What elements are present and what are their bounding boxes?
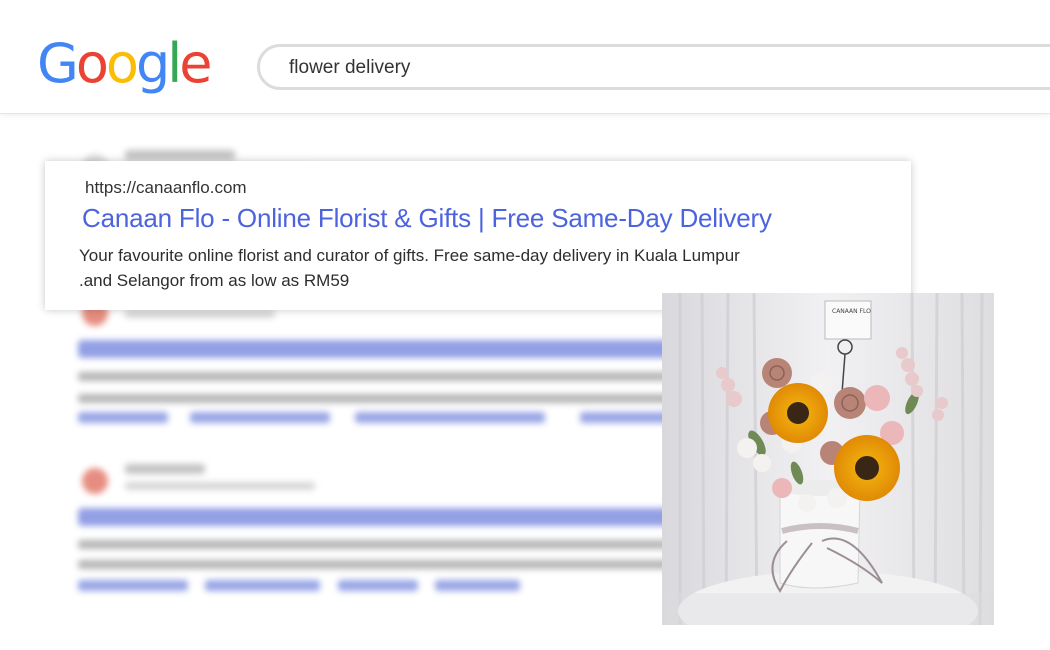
photo-card-text: CANAAN FLO xyxy=(832,308,871,315)
flower-bouquet-image: CANAAN FLO xyxy=(662,293,994,625)
google-logo[interactable]: Google xyxy=(37,32,213,95)
logo-letter: G xyxy=(37,32,79,95)
header: Google xyxy=(0,0,1050,114)
result-description-line: Your favourite online florist and curato… xyxy=(79,246,740,265)
blurred-title xyxy=(78,508,678,526)
logo-letter: g xyxy=(135,32,170,95)
result-url[interactable]: https://canaanflo.com xyxy=(85,178,247,198)
search-box[interactable] xyxy=(257,44,1050,90)
result-description: Your favourite online florist and curato… xyxy=(79,243,799,293)
logo-letter: e xyxy=(179,32,212,95)
favicon-icon xyxy=(82,468,108,494)
logo-letter: o xyxy=(105,32,139,95)
search-input[interactable] xyxy=(289,54,989,82)
result-description-line: .and Selangor from as low as RM59 xyxy=(79,271,350,290)
result-title-link[interactable]: Canaan Flo - Online Florist & Gifts | Fr… xyxy=(82,203,772,234)
blurred-title xyxy=(78,340,678,358)
featured-result-card: https://canaanflo.com Canaan Flo - Onlin… xyxy=(45,161,911,310)
logo-letter: o xyxy=(75,32,109,95)
logo-letter: l xyxy=(167,32,182,95)
